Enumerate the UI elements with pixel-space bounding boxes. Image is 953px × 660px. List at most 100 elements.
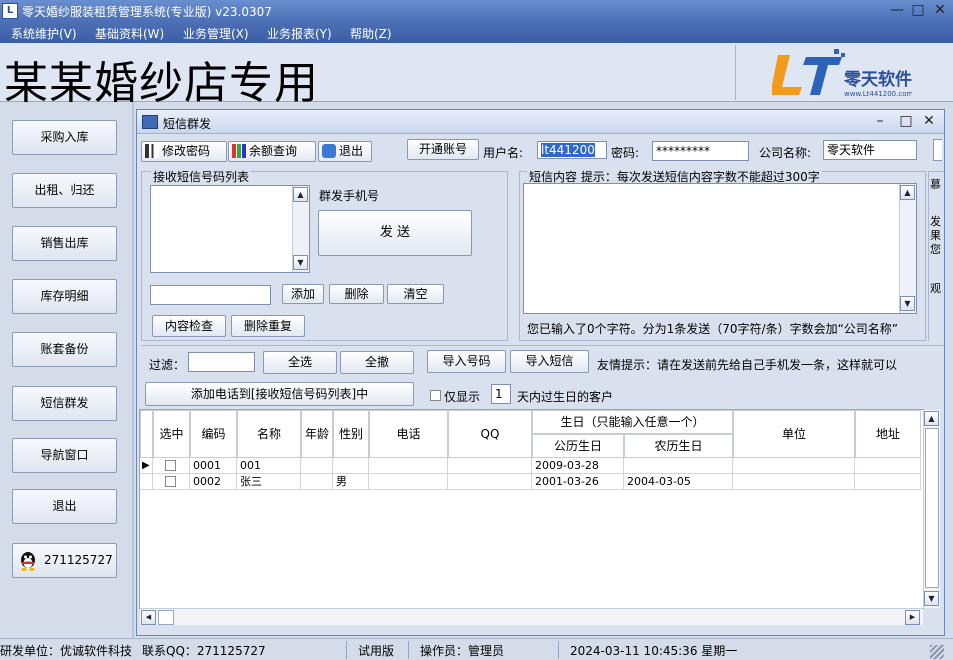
clear-button[interactable]: 清空 (387, 284, 444, 304)
grid-hscroll-thumb[interactable] (158, 610, 174, 625)
cell-lunar-birthday[interactable]: 2004-03-05 (624, 474, 733, 490)
header-select[interactable]: 选中 (153, 410, 190, 458)
qq-penguin-icon (21, 552, 35, 571)
header-address[interactable]: 地址 (855, 410, 921, 458)
company-field[interactable]: 零天软件 (823, 140, 917, 160)
row-select-cell[interactable] (153, 458, 190, 474)
username-label: 用户名: (483, 146, 524, 160)
birthday-only-checkbox[interactable] (430, 390, 441, 401)
cell-age[interactable] (301, 474, 333, 490)
grid-scroll-up-icon[interactable]: ▲ (924, 411, 939, 426)
menu-business[interactable]: 业务管理(X) (183, 25, 249, 42)
menu-basic-data[interactable]: 基础资料(W) (95, 25, 164, 42)
remove-duplicates-button[interactable]: 删除重复 (231, 315, 305, 337)
header-age[interactable]: 年龄 (301, 410, 333, 458)
header-phone[interactable]: 电话 (369, 410, 448, 458)
header-lunar-birthday[interactable]: 农历生日 (624, 434, 733, 458)
add-button[interactable]: 添加 (282, 284, 324, 304)
import-sms-button[interactable]: 导入短信 (510, 350, 589, 373)
delete-button[interactable]: 删除 (329, 284, 384, 304)
scroll-down-icon[interactable]: ▼ (293, 255, 308, 270)
cell-name[interactable]: 001 (237, 458, 301, 474)
add-to-receiver-list-button[interactable]: 添加电话到[接收短信号码列表]中 (145, 382, 414, 406)
check-content-button[interactable]: 内容检查 (152, 315, 226, 337)
header-solar-birthday[interactable]: 公历生日 (532, 434, 624, 458)
inner-maximize-icon[interactable]: □ (897, 113, 915, 131)
header-code[interactable]: 编码 (190, 410, 237, 458)
maximize-icon[interactable]: □ (909, 2, 927, 20)
cell-phone[interactable] (369, 458, 448, 474)
nav-sms[interactable]: 短信群发 (12, 386, 117, 421)
grid-horizontal-scrollbar[interactable]: ◀ ▶ (140, 608, 923, 625)
header-unit[interactable]: 单位 (733, 410, 855, 458)
balance-query-button[interactable]: 余额查询 (228, 141, 316, 162)
send-button[interactable]: 发 送 (318, 210, 472, 256)
nav-rent-return[interactable]: 出租、归还 (12, 173, 117, 208)
menu-system[interactable]: 系统维护(V) (11, 25, 77, 42)
grid-scroll-down-icon[interactable]: ▼ (924, 591, 939, 606)
grid-scroll-right-icon[interactable]: ▶ (905, 610, 920, 625)
birthday-days-input[interactable]: 1 (491, 384, 511, 404)
deselect-all-button[interactable]: 全撤 (340, 351, 414, 374)
table-row[interactable]: ▶ 0001 001 2009-03-28 (140, 458, 921, 474)
grid-scroll-left-icon[interactable]: ◀ (141, 610, 156, 625)
minimize-icon[interactable]: — (888, 2, 906, 20)
exit-button[interactable]: 退出 (318, 141, 372, 162)
receiver-list-scrollbar[interactable]: ▲ ▼ (292, 186, 309, 272)
open-account-button[interactable]: 开通账号 (407, 139, 479, 160)
menu-help[interactable]: 帮助(Z) (350, 25, 392, 42)
phone-input[interactable] (150, 285, 271, 305)
cell-address[interactable] (855, 474, 921, 490)
cell-code[interactable]: 0001 (190, 458, 237, 474)
cell-qq[interactable] (448, 474, 532, 490)
toolbar-overflow-button[interactable] (933, 139, 942, 161)
receiver-list[interactable] (150, 185, 310, 273)
resize-grip-icon[interactable] (930, 645, 944, 659)
row-select-cell[interactable] (153, 474, 190, 490)
cell-unit[interactable] (733, 458, 855, 474)
nav-backup[interactable]: 账套备份 (12, 332, 117, 367)
cell-gender[interactable] (333, 458, 369, 474)
header-gender[interactable]: 性别 (333, 410, 369, 458)
cell-age[interactable] (301, 458, 333, 474)
scroll-up-icon[interactable]: ▲ (293, 187, 308, 202)
cell-name[interactable]: 张三 (237, 474, 301, 490)
cell-phone[interactable] (369, 474, 448, 490)
import-numbers-button[interactable]: 导入号码 (427, 350, 506, 373)
password-field[interactable]: ********* (652, 141, 749, 161)
inner-minimize-icon[interactable]: – (871, 113, 889, 131)
cell-lunar-birthday[interactable] (624, 458, 733, 474)
grid-scroll-thumb[interactable] (925, 428, 939, 588)
username-field[interactable]: lt441200 (537, 141, 607, 159)
cell-solar-birthday[interactable]: 2001-03-26 (532, 474, 624, 490)
filter-input[interactable] (188, 352, 255, 372)
cell-code[interactable]: 0002 (190, 474, 237, 490)
header-name[interactable]: 名称 (237, 410, 301, 458)
qq-contact-button[interactable]: 271125727 (12, 543, 117, 578)
cell-qq[interactable] (448, 458, 532, 474)
grid-vertical-scrollbar[interactable]: ▲ ▼ (923, 410, 940, 608)
nav-navigator[interactable]: 导航窗口 (12, 438, 117, 473)
row-checkbox[interactable] (165, 460, 176, 471)
status-separator (558, 641, 559, 659)
sms-content-textarea[interactable] (523, 183, 917, 314)
header-qq[interactable]: QQ (448, 410, 532, 458)
nav-sales-out[interactable]: 销售出库 (12, 226, 117, 261)
close-icon[interactable]: ✕ (931, 2, 949, 20)
nav-exit[interactable]: 退出 (12, 489, 117, 524)
content-scroll-up-icon[interactable]: ▲ (900, 185, 915, 200)
nav-purchase-in[interactable]: 采购入库 (12, 120, 117, 155)
change-password-button[interactable]: 修改密码 (141, 141, 227, 162)
table-row[interactable]: 0002 张三 男 2001-03-26 2004-03-05 (140, 474, 921, 490)
cell-gender[interactable]: 男 (333, 474, 369, 490)
content-scroll-down-icon[interactable]: ▼ (900, 296, 915, 311)
nav-inventory[interactable]: 库存明细 (12, 279, 117, 314)
cell-solar-birthday[interactable]: 2009-03-28 (532, 458, 624, 474)
select-all-button[interactable]: 全选 (263, 351, 337, 374)
content-scrollbar[interactable]: ▲ ▼ (899, 184, 916, 313)
row-checkbox[interactable] (165, 476, 176, 487)
cell-unit[interactable] (733, 474, 855, 490)
menu-reports[interactable]: 业务报表(Y) (267, 25, 332, 42)
cell-address[interactable] (855, 458, 921, 474)
inner-close-icon[interactable]: ✕ (920, 113, 938, 131)
